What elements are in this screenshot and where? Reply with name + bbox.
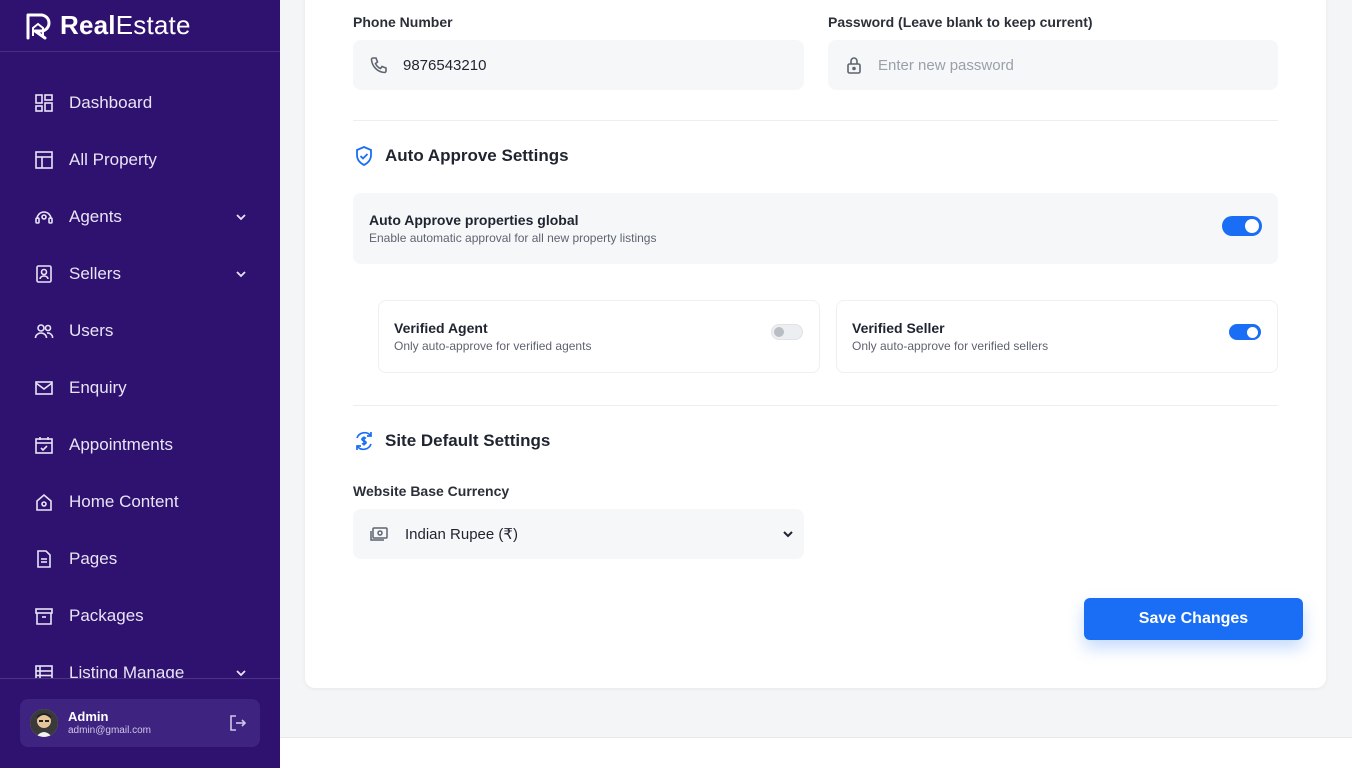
auto-approve-title: Auto Approve Settings	[385, 146, 569, 165]
sidebar-item-packages[interactable]: Packages	[0, 587, 280, 644]
logout-icon[interactable]	[228, 713, 248, 733]
sidebar-item-label: Packages	[69, 605, 144, 625]
sidebar-item-label: Dashboard	[69, 92, 153, 112]
dashboard-icon	[34, 93, 54, 113]
logo-icon	[26, 13, 51, 39]
sidebar-item-label: Appointments	[69, 434, 173, 454]
currency-exchange-icon	[353, 430, 375, 452]
sidebar-item-agents[interactable]: Agents	[0, 188, 280, 245]
divider	[353, 405, 1278, 406]
sidebar-item-appointments[interactable]: Appointments	[0, 416, 280, 473]
auto-approve-heading: Auto Approve Settings	[353, 145, 569, 167]
user-email: admin@gmail.com	[68, 724, 151, 736]
currency-select[interactable]: Indian Rupee (₹)	[353, 509, 804, 559]
shield-check-icon	[353, 145, 375, 167]
main-content: Phone Number 9876543210 Password (Leave …	[280, 0, 1352, 768]
password-placeholder: Enter new password	[878, 56, 1014, 74]
phone-label: Phone Number	[353, 14, 453, 30]
toggle-knob	[1247, 326, 1258, 338]
archive-icon	[34, 606, 54, 626]
verified-seller-row: Verified Seller Only auto-approve for ve…	[836, 300, 1278, 373]
sidebar-item-sellers[interactable]: Sellers	[0, 245, 280, 302]
document-icon	[34, 549, 54, 569]
footer-area	[280, 738, 1352, 768]
divider	[353, 120, 1278, 121]
chevron-down-icon	[783, 531, 793, 538]
user-info: Admin admin@gmail.com	[68, 709, 228, 737]
sidebar-item-pages[interactable]: Pages	[0, 530, 280, 587]
sidebar-item-label: Pages	[69, 548, 118, 568]
brand[interactable]: RealEstate	[0, 0, 280, 52]
sidebar-item-dashboard[interactable]: Dashboard	[0, 74, 280, 131]
currency-label: Website Base Currency	[353, 483, 510, 499]
sidebar-item-label: Agents	[69, 206, 122, 226]
password-field[interactable]: Enter new password	[828, 40, 1278, 90]
verified-agent-desc: Only auto-approve for verified agents	[394, 339, 592, 353]
phone-value: 9876543210	[403, 56, 487, 74]
sidebar-item-enquiry[interactable]: Enquiry	[0, 359, 280, 416]
save-changes-button[interactable]: Save Changes	[1084, 598, 1303, 640]
settings-card: Phone Number 9876543210 Password (Leave …	[305, 0, 1326, 688]
verified-agent-title: Verified Agent	[394, 320, 488, 336]
auto-approve-global-title: Auto Approve properties global	[369, 212, 579, 228]
site-defaults-title: Site Default Settings	[385, 431, 551, 450]
sidebar-item-home-content[interactable]: Home Content	[0, 473, 280, 530]
auto-approve-global-toggle[interactable]	[1222, 216, 1262, 236]
sidebar-item-all-property[interactable]: All Property	[0, 131, 280, 188]
verified-seller-toggle[interactable]	[1229, 324, 1261, 340]
headset-icon	[34, 207, 54, 227]
sidebar-footer: Admin admin@gmail.com	[0, 678, 280, 768]
avatar-image	[30, 709, 58, 737]
site-defaults-heading: Site Default Settings	[353, 430, 550, 452]
sidebar-item-label: All Property	[69, 149, 157, 169]
phone-field[interactable]: 9876543210	[353, 40, 804, 90]
phone-icon	[369, 55, 389, 75]
mail-icon	[34, 378, 54, 398]
user-name: Admin	[68, 709, 109, 725]
chevron-down-icon	[236, 213, 246, 220]
sidebar: RealEstate Dashboard All Property Agents…	[0, 0, 280, 768]
verified-agent-toggle[interactable]	[771, 324, 803, 340]
auto-approve-global-row: Auto Approve properties global Enable au…	[353, 193, 1278, 264]
sidebar-item-label: Users	[69, 320, 114, 340]
password-label: Password (Leave blank to keep current)	[828, 14, 1093, 30]
chevron-down-icon	[236, 270, 246, 277]
brand-name: RealEstate	[60, 10, 191, 40]
currency-value: Indian Rupee (₹)	[405, 526, 518, 543]
avatar	[30, 709, 58, 737]
auto-approve-global-desc: Enable automatic approval for all new pr…	[369, 231, 657, 245]
toggle-knob	[774, 327, 784, 337]
sidebar-nav: Dashboard All Property Agents Sellers Us…	[0, 52, 280, 701]
id-badge-icon	[34, 264, 54, 284]
verified-seller-desc: Only auto-approve for verified sellers	[852, 339, 1049, 353]
building-icon	[34, 150, 54, 170]
sidebar-item-label: Sellers	[69, 263, 121, 283]
home-icon	[34, 492, 54, 512]
sidebar-item-users[interactable]: Users	[0, 302, 280, 359]
sidebar-item-label: Enquiry	[69, 377, 127, 397]
user-card[interactable]: Admin admin@gmail.com	[20, 699, 260, 747]
money-icon	[369, 524, 389, 544]
verified-agent-row: Verified Agent Only auto-approve for ver…	[378, 300, 820, 373]
users-icon	[34, 321, 54, 341]
sidebar-item-label: Home Content	[69, 491, 179, 511]
calendar-check-icon	[34, 435, 54, 455]
toggle-knob	[1245, 219, 1259, 233]
lock-icon	[844, 55, 864, 75]
verified-seller-title: Verified Seller	[852, 320, 945, 336]
